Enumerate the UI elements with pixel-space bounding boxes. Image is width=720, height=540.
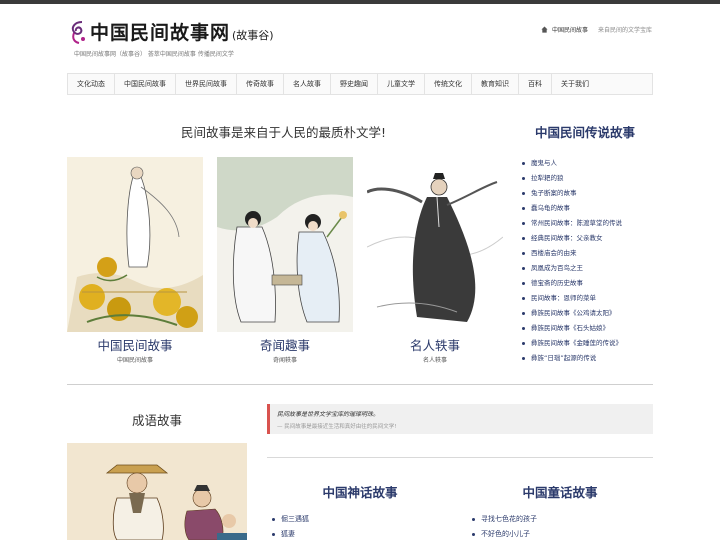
sidebar-title: 中国民间传说故事 — [534, 125, 635, 140]
list-item[interactable]: 彝族“日瑙”起源的传说 — [522, 351, 622, 366]
nav-item-education[interactable]: 教育知识 — [472, 74, 519, 94]
quote-caption: — 民间故事是最接近生活和真好由往的民间文学! — [277, 424, 397, 430]
logo-swirl-icon — [68, 19, 88, 45]
quote-block: 民间故事是世界文学宝库的璀璨明珠。 — 民间故事是最接近生活和真好由往的民间文学… — [267, 404, 653, 434]
list-item[interactable]: 民间故事：恩师的菜单 — [522, 291, 622, 306]
nav-item-about-us[interactable]: 关于我们 — [552, 74, 598, 94]
card-subtitle: 奇闻轶事 — [272, 357, 297, 364]
card-title[interactable]: 奇闻趣事 — [217, 338, 353, 354]
list-item[interactable]: 彝族民间故事《公鸡请太阳》 — [522, 306, 622, 321]
card-folk-tales[interactable]: 中国民间故事 中国民间故事 — [67, 157, 203, 364]
card-subtitle: 名人轶事 — [422, 357, 447, 364]
top-bar — [0, 0, 720, 4]
quote-divider — [267, 457, 653, 458]
site-logo[interactable]: 中国民间故事网 (故事谷) — [68, 18, 274, 45]
list-item[interactable]: 凤凰成为百鸟之王 — [522, 261, 622, 276]
list-item[interactable]: 常州民间故事：陈渡草堂的传说 — [522, 216, 622, 231]
card-subtitle: 中国民间故事 — [116, 357, 153, 364]
list-item[interactable]: 彝族民间故事《金睡莲的传说》 — [522, 336, 622, 351]
myth-section-title: 中国神话故事 — [322, 485, 398, 500]
list-item[interactable]: 狐妻 — [272, 527, 309, 540]
card-celebrity-anecdotes[interactable]: 名人轶事 名人轶事 — [367, 157, 503, 364]
fairy-section-title: 中国童话故事 — [522, 485, 598, 500]
main-nav: 文化动态 中国民间故事 世界民间故事 传奇故事 名人故事 野史趣闻 儿童文学 传… — [67, 73, 653, 95]
home-link[interactable]: 中国民间故事 — [552, 25, 588, 34]
list-item[interactable]: 拉犁耙的狼 — [522, 171, 622, 186]
nav-item-legends[interactable]: 传奇故事 — [237, 74, 284, 94]
list-item[interactable]: 兔子断案的故事 — [522, 186, 622, 201]
ink-scholar-painting[interactable] — [367, 157, 503, 332]
list-item[interactable]: 寻找七色花的孩子 — [472, 512, 537, 527]
scholar-chrysanthemum-painting[interactable] — [67, 157, 203, 332]
nav-item-world-folk-tales[interactable]: 世界民间故事 — [176, 74, 237, 94]
nav-item-traditional-culture[interactable]: 传统文化 — [425, 74, 472, 94]
feature-cards: 中国民间故事 中国民间故事 奇闻趣事 奇闻轶事 名人轶事 名人轶事 — [67, 157, 503, 364]
nav-item-culture-news[interactable]: 文化动态 — [68, 74, 115, 94]
site-tagline: 中国民间故事网（故事谷） 荟萃中国民间故事 传播民间文学 — [74, 51, 234, 58]
idiom-section-title: 成语故事 — [131, 413, 182, 428]
list-item[interactable]: 蠢乌龟的故事 — [522, 201, 622, 216]
card-title[interactable]: 名人轶事 — [367, 338, 503, 354]
list-item[interactable]: 倔三遇狐 — [272, 512, 309, 527]
nav-item-encyclopedia[interactable]: 百科 — [519, 74, 552, 94]
nav-item-celebrity-stories[interactable]: 名人故事 — [284, 74, 331, 94]
site-title: 中国民间故事网 — [90, 22, 231, 44]
list-item[interactable]: 西楼庙会的由来 — [522, 246, 622, 261]
list-item[interactable]: 经典民间故事：父亲教女 — [522, 231, 622, 246]
nav-item-anecdotes[interactable]: 野史趣闻 — [331, 74, 378, 94]
top-right-links: 中国民间故事 来自民间的文学宝库 — [541, 25, 652, 34]
card-curiosities[interactable]: 奇闻趣事 奇闻轶事 — [217, 157, 353, 364]
list-item[interactable]: 不好色的小儿子 — [472, 527, 537, 540]
idiom-story-painting[interactable] — [67, 443, 247, 540]
nav-item-chinese-folk-tales[interactable]: 中国民间故事 — [115, 74, 176, 94]
main-headline: 民间故事是来自于人民的最质朴文学! — [180, 125, 386, 140]
site-subtitle: (故事谷) — [232, 28, 274, 42]
list-item[interactable]: 德宝斋的历史故事 — [522, 276, 622, 291]
card-title[interactable]: 中国民间故事 — [67, 338, 203, 354]
fairy-story-list: 寻找七色花的孩子 不好色的小儿子 — [472, 512, 537, 540]
home-icon — [541, 26, 548, 33]
site-slogan: 来自民间的文学宝库 — [597, 27, 652, 34]
quote-text: 民间故事是世界文学宝库的璀璨明珠。 — [277, 411, 380, 418]
list-item[interactable]: 魔鬼与人 — [522, 156, 622, 171]
sidebar-story-list: 魔鬼与人 拉犁耙的狼 兔子断案的故事 蠢乌龟的故事 常州民间故事：陈渡草堂的传说… — [522, 156, 622, 366]
list-item[interactable]: 彝族民间故事《石头姑娘》 — [522, 321, 622, 336]
two-ladies-painting[interactable] — [217, 157, 353, 332]
myth-story-list: 倔三遇狐 狐妻 — [272, 512, 309, 540]
nav-item-children-literature[interactable]: 儿童文学 — [378, 74, 425, 94]
section-divider — [67, 384, 653, 385]
